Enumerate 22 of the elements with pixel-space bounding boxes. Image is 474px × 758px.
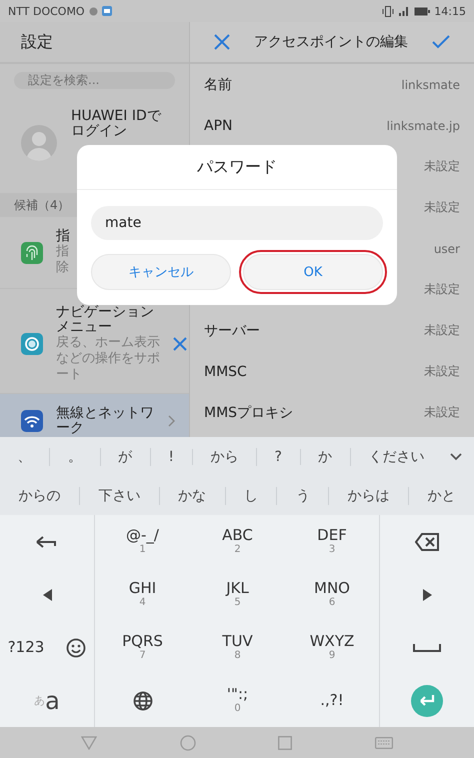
settings-title: 設定: [21, 32, 53, 52]
field-label: APN: [204, 118, 232, 134]
item-title: メニュー: [56, 320, 112, 335]
item-description: 除: [56, 260, 69, 276]
account-title: ログイン: [71, 124, 127, 139]
field-label: MMSプロキシ: [204, 404, 294, 422]
item-title: 指: [56, 229, 70, 244]
item-description: 戻る、ホーム表示: [56, 335, 160, 351]
item-description: 指: [56, 244, 69, 260]
field-label: 名前: [204, 76, 232, 94]
item-title: 無線とネットワ: [56, 406, 154, 421]
field-label: サーバー: [204, 322, 260, 340]
item-description: ート: [56, 367, 82, 383]
account-title: HUAWEI IDで: [71, 109, 161, 124]
screen-title: アクセスポイントの編集: [253, 33, 409, 51]
item-title: ナビゲーション: [56, 305, 154, 320]
item-description: などの操作をサポ: [56, 351, 160, 367]
dialog-title: パスワード: [197, 156, 277, 178]
item-title: ーク: [56, 421, 84, 436]
clock: 14:15: [434, 4, 466, 18]
carrier-name: NTT DOCOMO: [8, 4, 85, 18]
field-label: MMSC: [204, 364, 247, 380]
